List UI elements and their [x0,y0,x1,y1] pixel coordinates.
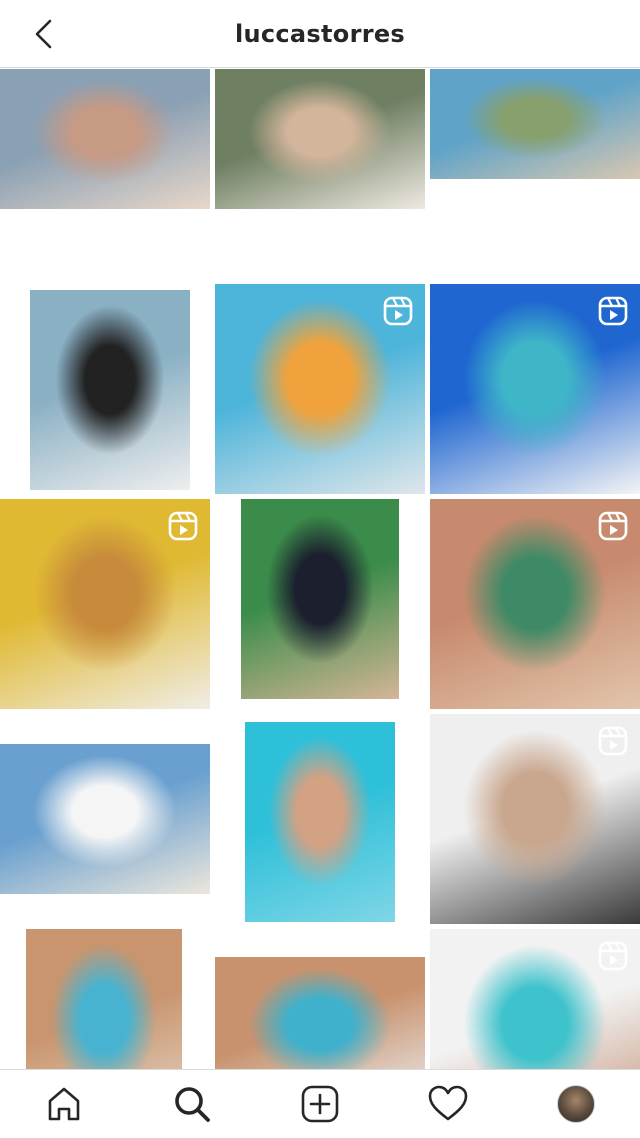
grid-tile-post-6[interactable] [430,284,640,494]
grid-tile-post-9[interactable] [430,499,640,709]
reels-icon [598,941,628,971]
chevron-left-icon [35,19,52,49]
post-thumbnail [30,290,190,490]
post-thumbnail [0,69,210,209]
nav-home[interactable] [38,1078,90,1130]
grid-tile-post-3[interactable] [430,69,640,279]
reels-icon [598,296,628,326]
back-button[interactable] [28,18,60,50]
profile-username: luccastorres [234,19,406,48]
reels-icon [598,511,628,541]
grid-tile-post-1[interactable] [0,69,210,279]
grid-tile-post-10[interactable] [0,714,210,924]
grid-tile-post-8[interactable] [215,499,425,709]
post-thumbnail [430,69,640,179]
nav-profile[interactable] [550,1078,602,1130]
nav-search[interactable] [166,1078,218,1130]
grid-tile-post-4[interactable] [0,284,210,494]
post-thumbnail [241,499,399,699]
top-bar: luccastorres [0,0,640,68]
grid-tile-post-5[interactable] [215,284,425,494]
post-thumbnail [215,69,425,209]
reels-icon [598,726,628,756]
reels-icon [168,511,198,541]
bottom-navigation [0,1069,640,1138]
post-thumbnail [245,722,395,922]
nav-activity[interactable] [422,1078,474,1130]
grid-tile-post-12[interactable] [430,714,640,924]
home-icon [48,1087,80,1121]
grid-tile-post-2[interactable] [215,69,425,279]
reels-icon [383,296,413,326]
posts-grid [0,69,640,1138]
grid-tile-post-7[interactable] [0,499,210,709]
heart-icon [428,1085,468,1121]
avatar [557,1085,595,1123]
post-thumbnail [0,744,210,894]
nav-create[interactable] [294,1078,346,1130]
grid-tile-post-11[interactable] [215,714,425,924]
plus-square-icon [301,1085,339,1123]
search-icon [175,1087,210,1122]
